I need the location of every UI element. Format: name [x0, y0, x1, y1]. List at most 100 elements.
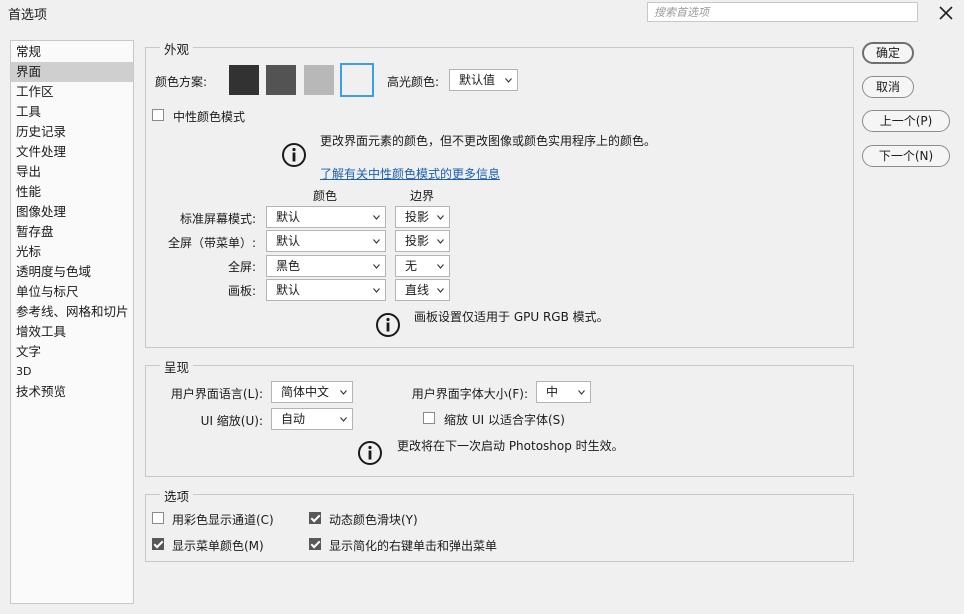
- ui-language-value: 简体中文: [281, 385, 330, 399]
- fullscreen-menu-label: 全屏（带菜单）:: [167, 236, 256, 250]
- artboard-border-value: 直线: [405, 283, 430, 297]
- theme-swatch-light[interactable]: [304, 65, 334, 95]
- info-icon: [358, 441, 382, 465]
- neutral-mode-note: 更改界面元素的颜色，但不更改图像或颜色实用程序上的颜色。: [320, 134, 657, 148]
- window-title: 首选项: [8, 8, 48, 23]
- chevron-down-icon: [505, 78, 512, 83]
- ui-scale-select[interactable]: 自动: [271, 408, 353, 430]
- fullscreen-menu-border-select[interactable]: 投影: [395, 230, 450, 252]
- fullscreen-color-value: 黑色: [276, 259, 301, 273]
- sidebar-item-general[interactable]: 常规: [11, 42, 133, 62]
- search-input[interactable]: [648, 3, 917, 21]
- fullscreen-menu-color-value: 默认: [276, 234, 301, 248]
- options-legend: 选项: [160, 486, 194, 505]
- highlight-color-value: 默认值: [459, 73, 496, 87]
- sidebar: 常规 界面 工作区 工具 历史记录 文件处理 导出 性能 图像处理 暂存盘 光标…: [10, 40, 134, 604]
- sidebar-item-image-processing[interactable]: 图像处理: [11, 202, 133, 222]
- artboard-color-value: 默认: [276, 283, 301, 297]
- chevron-down-icon: [373, 288, 380, 293]
- ok-button[interactable]: 确定: [862, 42, 914, 64]
- chevron-down-icon: [373, 264, 380, 269]
- next-button[interactable]: 下一个(N): [862, 145, 950, 167]
- ui-font-size-select[interactable]: 中: [536, 381, 591, 403]
- theme-swatch-lightest[interactable]: [340, 63, 374, 97]
- sidebar-item-units-rulers[interactable]: 单位与标尺: [11, 282, 133, 302]
- show-channels-color-checkbox[interactable]: [152, 512, 164, 524]
- highlight-color-select[interactable]: 默认值: [449, 69, 518, 91]
- sidebar-item-transparency[interactable]: 透明度与色域: [11, 262, 133, 282]
- theme-swatch-darkest[interactable]: [229, 65, 259, 95]
- sidebar-item-3d[interactable]: 3D: [11, 362, 133, 382]
- column-header-border: 边界: [410, 189, 435, 203]
- chevron-down-icon: [578, 390, 585, 395]
- ui-font-size-label: 用户界面字体大小(F):: [411, 387, 528, 401]
- chevron-down-icon: [437, 264, 444, 269]
- simplified-menus-label: 显示简化的右键单击和弹出菜单: [329, 539, 498, 553]
- show-channels-color-label: 用彩色显示通道(C): [172, 513, 274, 527]
- chevron-down-icon: [340, 417, 347, 422]
- chevron-down-icon: [373, 215, 380, 220]
- fullscreen-menu-color-select[interactable]: 默认: [266, 230, 386, 252]
- artboard-border-select[interactable]: 直线: [395, 279, 450, 301]
- sidebar-item-file-handling[interactable]: 文件处理: [11, 142, 133, 162]
- sidebar-item-interface[interactable]: 界面: [11, 62, 133, 82]
- simplified-menus-checkbox[interactable]: [309, 538, 321, 550]
- fullscreen-label: 全屏:: [227, 260, 256, 274]
- show-menu-colors-label: 显示菜单颜色(M): [172, 539, 264, 553]
- chevron-down-icon: [437, 288, 444, 293]
- ui-language-select[interactable]: 简体中文: [271, 381, 353, 403]
- search-box[interactable]: [647, 2, 918, 22]
- chevron-down-icon: [373, 239, 380, 244]
- appearance-legend: 外观: [160, 39, 194, 58]
- scale-to-font-label: 缩放 UI 以适合字体(S): [444, 413, 565, 427]
- standard-screen-color-value: 默认: [276, 210, 301, 224]
- artboard-color-select[interactable]: 默认: [266, 279, 386, 301]
- fullscreen-border-value: 无: [405, 259, 418, 273]
- presentation-legend: 呈现: [160, 357, 194, 376]
- ui-font-size-value: 中: [546, 385, 559, 399]
- ui-scale-label: UI 缩放(U):: [200, 414, 263, 428]
- fullscreen-border-select[interactable]: 无: [395, 255, 450, 277]
- standard-screen-border-value: 投影: [405, 210, 430, 224]
- dynamic-sliders-checkbox[interactable]: [309, 512, 321, 524]
- sidebar-item-history[interactable]: 历史记录: [11, 122, 133, 142]
- ui-scale-value: 自动: [281, 412, 306, 426]
- standard-screen-label: 标准屏幕模式:: [179, 212, 256, 226]
- standard-screen-border-select[interactable]: 投影: [395, 206, 450, 228]
- sidebar-item-scratch-disks[interactable]: 暂存盘: [11, 222, 133, 242]
- sidebar-item-cursors[interactable]: 光标: [11, 242, 133, 262]
- sidebar-item-tech-preview[interactable]: 技术预览: [11, 382, 133, 402]
- neutral-mode-link[interactable]: 了解有关中性颜色模式的更多信息: [320, 165, 500, 182]
- neutral-mode-checkbox[interactable]: [152, 109, 164, 121]
- prev-button[interactable]: 上一个(P): [862, 110, 950, 132]
- standard-screen-color-select[interactable]: 默认: [266, 206, 386, 228]
- scale-to-font-checkbox[interactable]: [423, 412, 435, 424]
- artboard-note: 画板设置仅适用于 GPU RGB 模式。: [414, 310, 609, 324]
- chevron-down-icon: [340, 390, 347, 395]
- sidebar-item-export[interactable]: 导出: [11, 162, 133, 182]
- sidebar-item-guides[interactable]: 参考线、网格和切片: [11, 302, 133, 322]
- artboard-label: 画板:: [227, 284, 256, 298]
- sidebar-item-workspace[interactable]: 工作区: [11, 82, 133, 102]
- info-icon: [376, 313, 400, 337]
- cancel-button[interactable]: 取消: [862, 76, 914, 98]
- chevron-down-icon: [437, 215, 444, 220]
- chevron-down-icon: [437, 239, 444, 244]
- highlight-color-label: 高光颜色:: [387, 75, 440, 89]
- theme-swatch-dark[interactable]: [266, 65, 296, 95]
- info-icon: [282, 143, 306, 167]
- fullscreen-menu-border-value: 投影: [405, 234, 430, 248]
- sidebar-item-type[interactable]: 文字: [11, 342, 133, 362]
- sidebar-item-tools[interactable]: 工具: [11, 102, 133, 122]
- dynamic-sliders-label: 动态颜色滑块(Y): [329, 513, 418, 527]
- restart-note: 更改将在下一次启动 Photoshop 时生效。: [397, 439, 624, 453]
- close-icon[interactable]: [937, 4, 955, 22]
- sidebar-item-performance[interactable]: 性能: [11, 182, 133, 202]
- neutral-mode-label: 中性颜色模式: [173, 110, 246, 124]
- column-header-color: 颜色: [313, 189, 338, 203]
- sidebar-item-plugins[interactable]: 增效工具: [11, 322, 133, 342]
- ui-language-label: 用户界面语言(L):: [170, 387, 263, 401]
- show-menu-colors-checkbox[interactable]: [152, 538, 164, 550]
- color-theme-label: 颜色方案:: [155, 75, 208, 89]
- fullscreen-color-select[interactable]: 黑色: [266, 255, 386, 277]
